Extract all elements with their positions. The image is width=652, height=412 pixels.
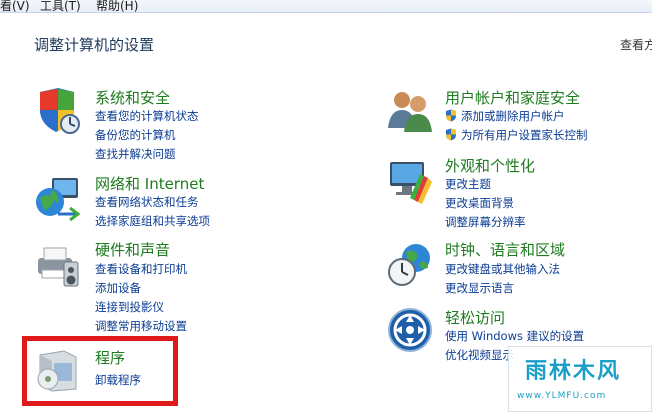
link-screen-resolution[interactable]: 调整屏幕分辨率 [445,214,526,230]
link-change-theme[interactable]: 更改主题 [445,176,491,192]
category-title-network[interactable]: 网络和 Internet [95,173,204,194]
watermark-logo: 雨林木风 www.YLMFU.com [508,346,652,412]
uac-shield-icon [446,128,456,141]
printer-speaker-icon[interactable] [34,240,82,288]
link-check-status[interactable]: 查看您的计算机状态 [95,108,199,124]
link-display-language[interactable]: 更改显示语言 [445,280,514,296]
category-title-users[interactable]: 用户帐户和家庭安全 [445,87,580,108]
link-troubleshoot[interactable]: 查找并解决问题 [95,146,176,162]
link-optimize-display[interactable]: 优化视频显示 [445,347,514,363]
menu-bar: 看(V) 工具(T) 帮助(H) [0,0,652,13]
category-title-ease[interactable]: 轻松访问 [445,307,505,328]
users-icon[interactable] [386,86,434,134]
page-title: 调整计算机的设置 [34,36,155,54]
link-network-status[interactable]: 查看网络状态和任务 [95,194,199,210]
menu-view[interactable]: 看(V) [0,0,30,14]
uac-shield-icon [446,109,456,122]
watermark-brand: 雨林木风 [525,359,622,384]
link-homegroup[interactable]: 选择家庭组和共享选项 [95,213,210,229]
clock-globe-icon[interactable] [386,240,434,288]
link-parental-controls[interactable]: 为所有用户设置家长控制 [445,127,588,143]
programs-highlight-box [22,336,178,406]
link-devices-printers[interactable]: 查看设备和打印机 [95,261,187,277]
link-add-remove-accounts[interactable]: 添加或删除用户帐户 [445,108,565,124]
link-mobility[interactable]: 调整常用移动设置 [95,318,187,334]
watermark-url: www.YLMFU.com [517,391,607,401]
link-keyboard-input[interactable]: 更改键盘或其他输入法 [445,261,560,277]
category-title-system[interactable]: 系统和安全 [95,87,170,108]
link-label: 添加或删除用户帐户 [461,109,565,123]
link-projector[interactable]: 连接到投影仪 [95,299,164,315]
network-globe-icon[interactable] [34,174,82,222]
link-label: 为所有用户设置家长控制 [461,128,588,142]
category-title-hardware[interactable]: 硬件和声音 [95,239,170,260]
menu-tools[interactable]: 工具(T) [40,0,81,14]
link-add-device[interactable]: 添加设备 [95,280,141,296]
category-title-clock[interactable]: 时钟、语言和区域 [445,239,565,260]
view-by-label[interactable]: 查看方 [620,36,652,53]
link-backup[interactable]: 备份您的计算机 [95,127,176,143]
ease-of-access-icon[interactable] [386,306,434,354]
category-title-appearance[interactable]: 外观和个性化 [445,155,535,176]
link-desktop-background[interactable]: 更改桌面背景 [445,195,514,211]
menu-help[interactable]: 帮助(H) [96,0,138,14]
link-windows-suggested[interactable]: 使用 Windows 建议的设置 [445,328,584,344]
security-shield-icon[interactable] [34,86,82,134]
appearance-monitor-icon[interactable] [386,156,434,204]
